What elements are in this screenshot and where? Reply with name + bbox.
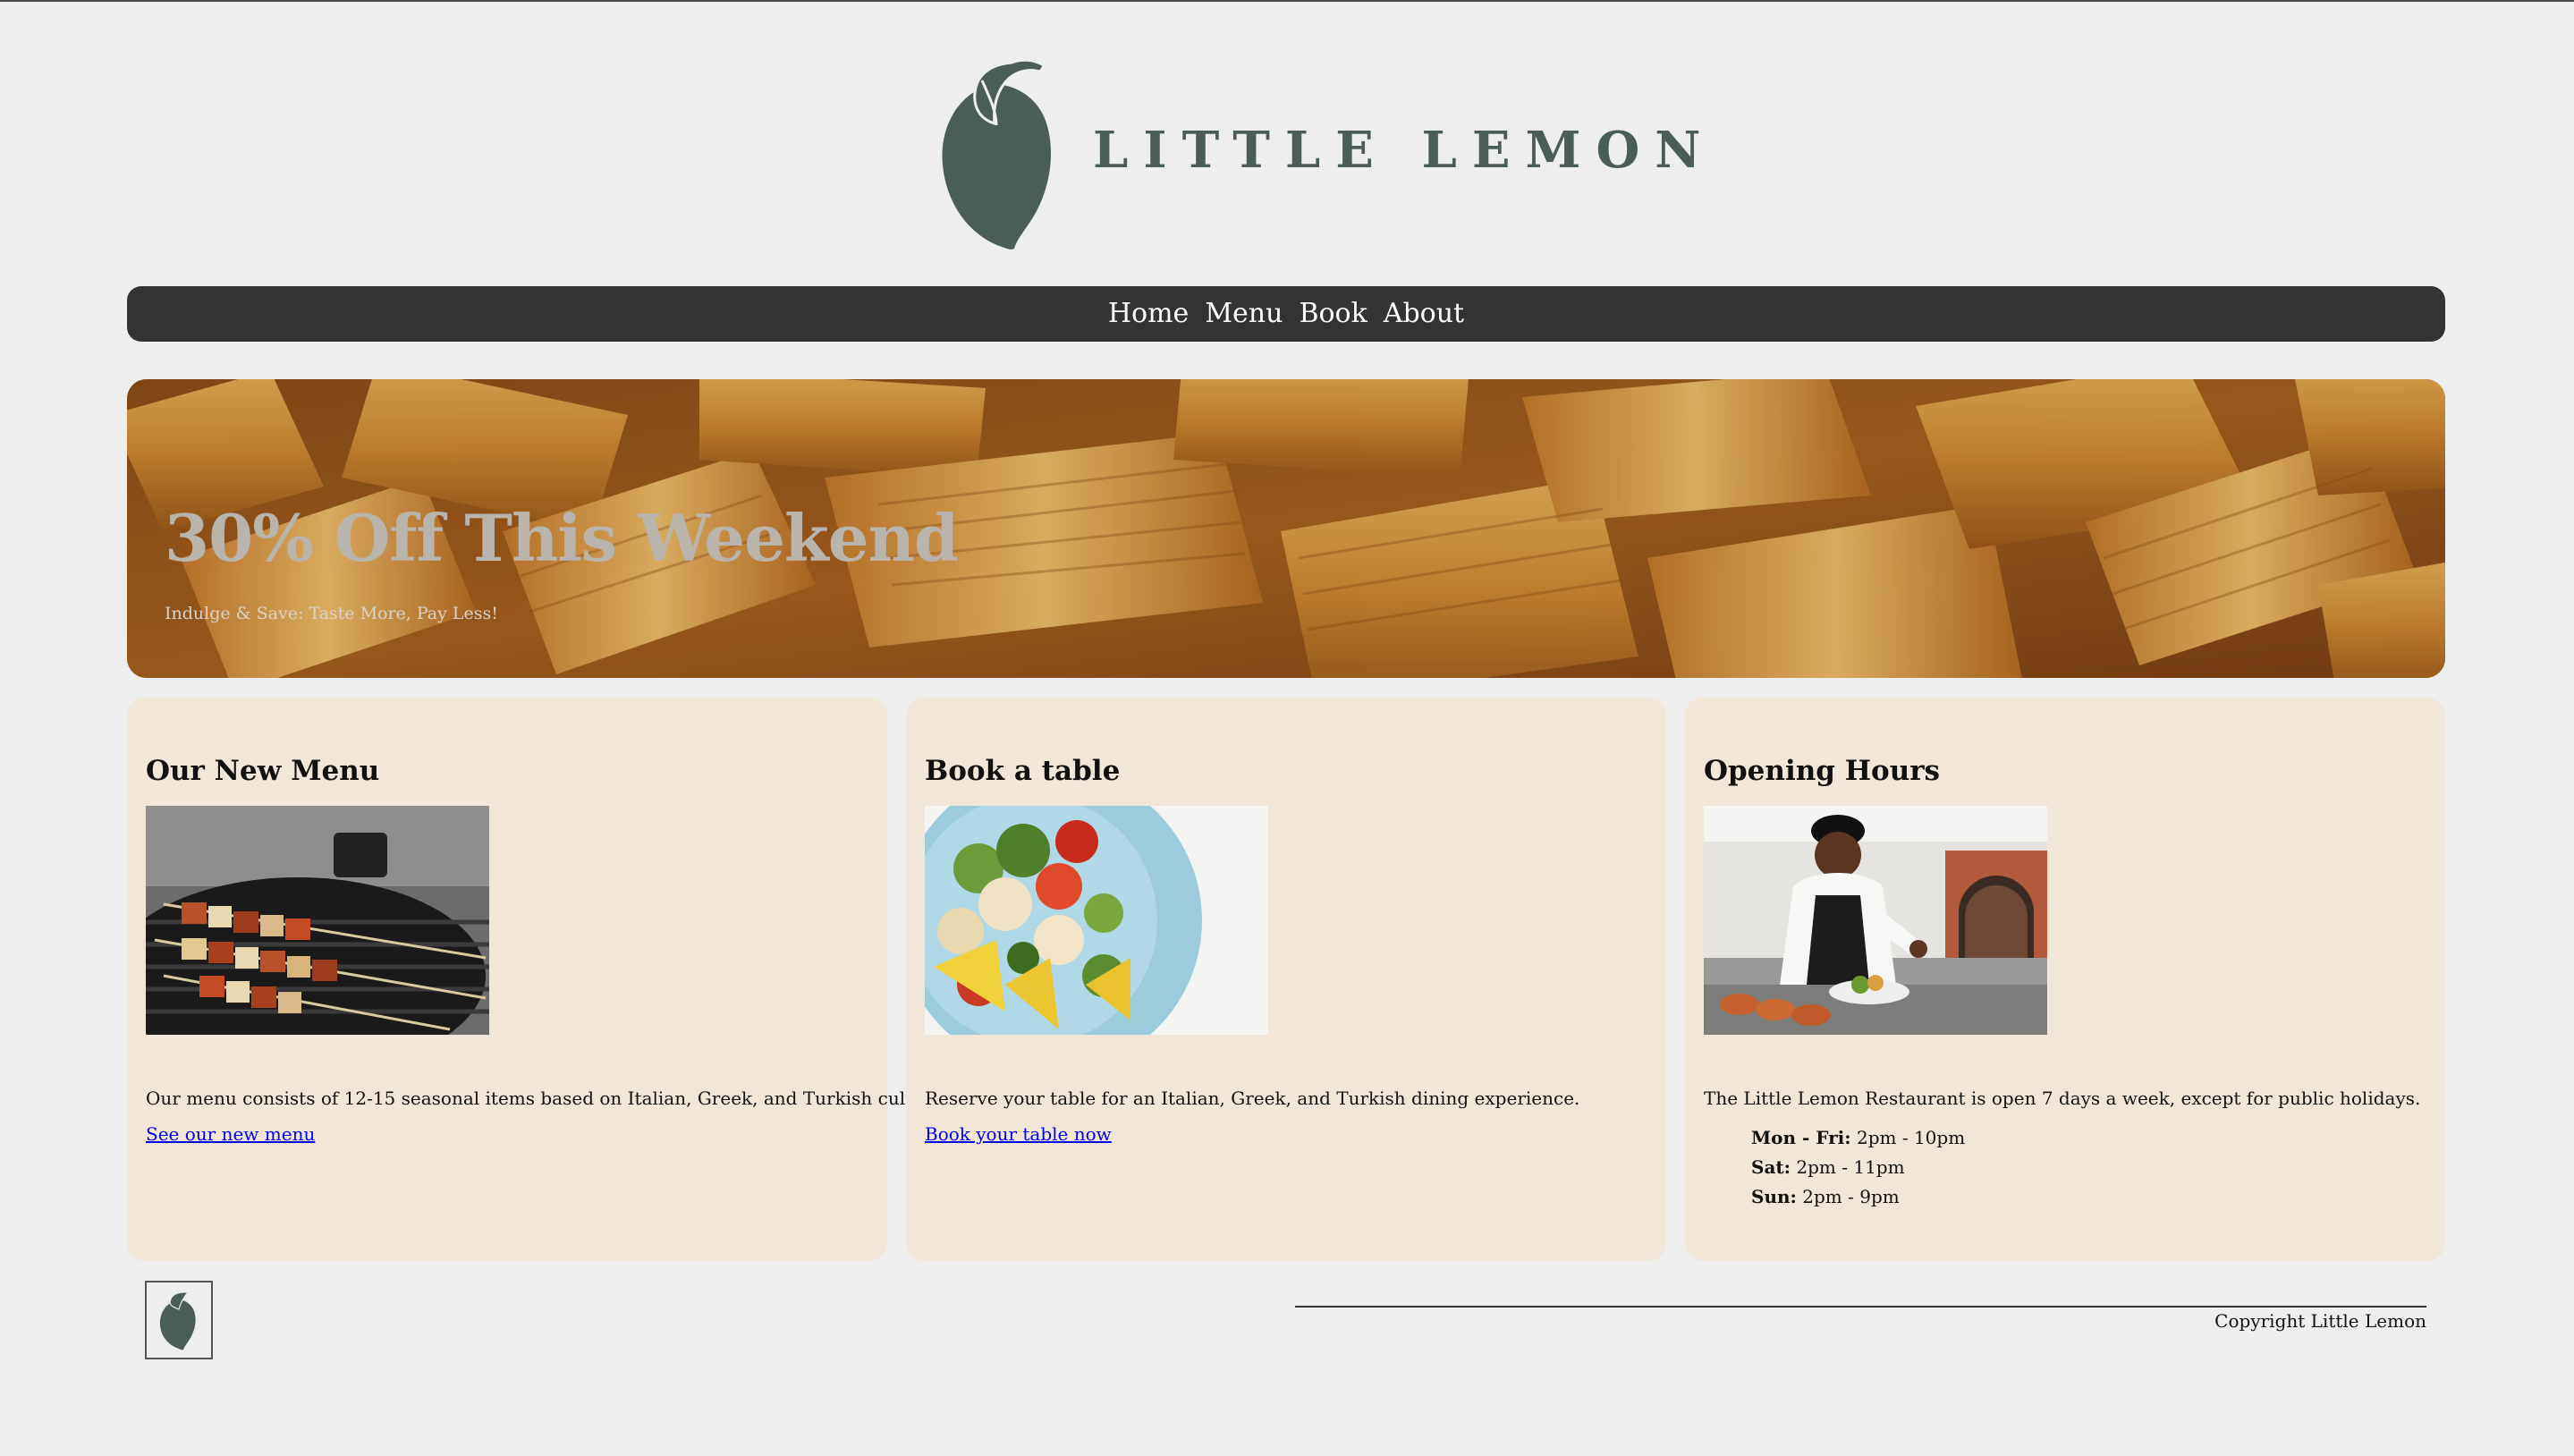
card-title: Our New Menu: [146, 754, 380, 787]
nav-home[interactable]: Home: [1108, 301, 1189, 327]
brand-name: LITTLE LEMON: [1093, 121, 1716, 180]
nav-about[interactable]: About: [1384, 301, 1464, 327]
card-description: Our menu consists of 12-15 seasonal item…: [146, 1088, 949, 1109]
hero-banner: 30% Off This Weekend Indulge & Save: Tas…: [127, 379, 2445, 678]
nav-book[interactable]: Book: [1299, 301, 1367, 327]
copyright-text: Copyright Little Lemon: [2214, 1310, 2426, 1332]
hero-subtitle: Indulge & Save: Taste More, Pay Less!: [165, 604, 498, 623]
see-menu-link[interactable]: See our new menu: [146, 1125, 315, 1143]
main-nav: Home Menu Book About: [127, 286, 2445, 342]
book-table-link[interactable]: Book your table now: [925, 1125, 1112, 1143]
list-item: Sat: 2pm - 11pm: [1751, 1153, 1965, 1182]
hours-time: 2pm - 9pm: [1796, 1186, 1900, 1207]
hours-day: Mon - Fri:: [1751, 1127, 1851, 1148]
hours-time: 2pm - 10pm: [1850, 1127, 1966, 1148]
nav-menu[interactable]: Menu: [1205, 301, 1283, 327]
lemon-icon: [942, 61, 1052, 250]
list-item: Sun: 2pm - 9pm: [1751, 1182, 1965, 1212]
chef-cooking-image: [1704, 806, 2047, 1035]
hero-title: 30% Off This Weekend: [165, 500, 959, 577]
card-title: Opening Hours: [1704, 754, 1941, 787]
hours-day: Sun:: [1751, 1186, 1797, 1207]
salad-plate-image: [925, 806, 1268, 1035]
footer-divider: [1295, 1306, 2426, 1308]
list-item: Mon - Fri: 2pm - 10pm: [1751, 1123, 1965, 1153]
hours-day: Sat:: [1751, 1156, 1791, 1178]
hours-time: 2pm - 11pm: [1791, 1156, 1905, 1178]
hours-card: Opening Hours The Little Lemon Restauran…: [1685, 698, 2445, 1261]
card-description: Reserve your table for an Italian, Greek…: [925, 1088, 1580, 1109]
menu-card: Our New Menu Our menu consists of 12-15 …: [127, 698, 949, 1261]
brand-logo[interactable]: LITTLE LEMON: [939, 57, 1701, 254]
card-description: The Little Lemon Restaurant is open 7 da…: [1704, 1088, 2421, 1109]
card-title: Book a table: [925, 754, 1121, 787]
site-header: LITTLE LEMON: [0, 2, 2574, 270]
grilled-skewers-image: [146, 806, 489, 1035]
booking-card: Book a table Reserve your table for an I…: [906, 698, 1666, 1261]
footer-logo[interactable]: [145, 1281, 213, 1359]
opening-hours-list: Mon - Fri: 2pm - 10pm Sat: 2pm - 11pm Su…: [1751, 1123, 1965, 1212]
lemon-icon: [159, 1291, 196, 1350]
